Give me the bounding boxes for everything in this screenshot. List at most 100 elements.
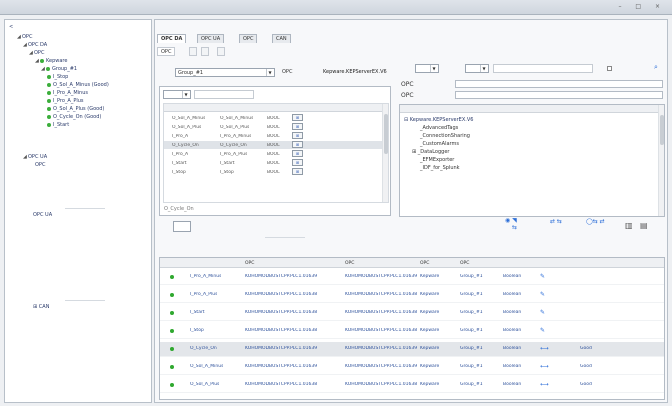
table-row[interactable]: I_Pro_A_Plus KOHOMODBUSTCPP.PLC1.01638 KOH… <box>160 288 664 303</box>
tag-grid-cell: BOOL <box>267 152 280 157</box>
write-icon[interactable]: ✎ <box>540 309 545 316</box>
read-write-icon[interactable]: ⟷ <box>540 381 549 388</box>
subtab-2[interactable] <box>189 47 197 56</box>
tag-grid-row[interactable]: I_Stop I_Stop BOOL ⊞ <box>164 168 388 176</box>
tree-tag-item[interactable]: O_Sol_A_Minus (Good) <box>47 82 109 88</box>
tag-grid-row[interactable]: O_Sol_A_Plus O_Sol_A_Plus BOOL ⊞ <box>164 123 388 131</box>
tree-tag-item[interactable]: O_Sol_A_Plus (Good) <box>47 106 104 112</box>
add-tag-button[interactable]: ⊞ <box>292 114 303 121</box>
search-input[interactable] <box>194 90 254 99</box>
mapped-tags-header: OPC OPC OPC OPC <box>160 258 664 268</box>
subtab-opc[interactable]: OPC <box>157 47 176 56</box>
item-name-label: OPC <box>401 92 414 99</box>
filter-mode-select[interactable]: ▼ <box>465 64 489 73</box>
tag-grid-row[interactable]: I_Pro_A I_Pro_A_Minus BOOL ⊞ <box>164 132 388 140</box>
item-search-input[interactable] <box>493 64 593 73</box>
window-controls[interactable]: – □ × <box>618 3 666 10</box>
browser-node[interactable]: _AdvancedTags <box>420 125 458 131</box>
subtab-3[interactable] <box>201 47 209 56</box>
item-id-field[interactable] <box>455 80 663 88</box>
tree-tag-item[interactable]: O_Cycle_On (Good) <box>47 114 101 120</box>
action-select[interactable] <box>173 221 191 232</box>
tree-opc-da[interactable]: ◢OPC DA <box>23 42 47 48</box>
add-tag-button[interactable]: ⊞ <box>292 168 303 175</box>
tab-opc[interactable]: OPC <box>239 34 258 43</box>
tree-kepware[interactable]: ◢ Kepware <box>35 58 67 64</box>
tag-grid-row[interactable]: I_Start I_Start BOOL ⊞ <box>164 159 388 167</box>
read-write-icon[interactable]: ⟷ <box>540 363 549 370</box>
add-tag-button[interactable]: ⊞ <box>292 123 303 130</box>
show-all-checkbox[interactable] <box>607 66 612 71</box>
move-tags-button[interactable]: ⇄ ⇆ <box>550 218 562 225</box>
status-dot-icon <box>170 383 174 387</box>
tree-tag-item[interactable]: I_Pro_A_Minus <box>47 90 88 96</box>
table-cell-server: Kepware <box>420 346 440 351</box>
table-cell-name: I_Stop <box>190 328 204 333</box>
table-cell-item: KOHOMODBUSTCPP.PLC1.01638 <box>345 328 418 333</box>
clear-icon[interactable]: ▤ <box>640 221 648 230</box>
browser-node[interactable]: _EFMExporter <box>420 157 454 163</box>
add-to-opc-icon[interactable]: ⇆ <box>512 224 517 231</box>
tag-grid-scrollbar[interactable] <box>382 104 388 202</box>
browser-root[interactable]: ⊟ Kepware.KEPServerEX.V6 <box>404 117 473 123</box>
write-icon[interactable]: ✎ <box>540 291 545 298</box>
table-cell-group: Group_#1 <box>460 292 483 297</box>
filter-select[interactable]: ▼ <box>163 90 191 99</box>
add-tag-button[interactable]: ⊞ <box>292 150 303 157</box>
tree-opc-ua[interactable]: ◢OPC UA <box>23 154 47 160</box>
browser-node[interactable]: _CustomAlarms <box>420 141 459 147</box>
sync-tags-button[interactable]: ◯⇆ ⇄ <box>586 218 605 225</box>
status-dot-icon <box>47 98 51 103</box>
read-write-icon[interactable]: ⟷ <box>540 345 549 352</box>
delete-icon[interactable]: ▥ <box>625 221 633 230</box>
browser-scrollbar[interactable] <box>658 105 664 216</box>
add-tag-button[interactable]: ⊞ <box>292 141 303 148</box>
tree-tag-label: I_Stop <box>53 74 69 80</box>
group-select[interactable]: Group_#1 ▼ <box>175 68 275 77</box>
add-tag-button[interactable]: ⊞ <box>292 132 303 139</box>
tag-grid-row[interactable]: O_Cycle_On O_Cycle_On BOOL ⊞ <box>164 141 388 149</box>
browser-root-label: Kepware.KEPServerEX.V6 <box>409 117 474 123</box>
add-to-opc-button[interactable]: ◉ ◥ <box>505 217 517 224</box>
subtab-4[interactable] <box>217 47 225 56</box>
scroll-thumb[interactable] <box>660 115 664 145</box>
tab-opc-ua[interactable]: OPC UA <box>197 34 225 43</box>
browser-node[interactable]: _ConnectionSharing <box>420 133 470 139</box>
tree-kepware-label: Kepware <box>46 58 68 64</box>
mode-select[interactable]: ▼ <box>415 64 439 73</box>
tag-grid-cell: I_Pro_A <box>172 152 189 157</box>
tag-grid-row[interactable]: O_Sol_A_Minus O_Sol_A_Minus BOOL ⊞ <box>164 114 388 122</box>
status-dot-icon <box>47 122 51 127</box>
table-row[interactable]: I_Pro_A_Minus KOHOMODBUSTCPP.PLC1.01639 KO… <box>160 270 664 285</box>
browser-node[interactable]: _IDF_for_Splunk <box>420 165 460 171</box>
collapse-panel-button[interactable]: < <box>9 24 13 30</box>
col-opc-server: OPC <box>420 261 430 266</box>
table-row[interactable]: I_Stop KOHOMODBUSTCPP.PLC1.01638 KOHOMODBU… <box>160 324 664 339</box>
tab-can[interactable]: CAN <box>272 34 291 43</box>
tree-tag-item[interactable]: I_Pro_A_Plus <box>47 98 84 104</box>
table-cell-name: O_Sol_A_Minus <box>190 364 224 369</box>
tree-tag-item[interactable]: I_Stop <box>47 74 68 80</box>
tree-opc-ua-server[interactable]: OPC <box>35 162 45 168</box>
browser-node[interactable]: ⊞ _DataLogger <box>412 149 449 155</box>
table-row[interactable]: O_Sol_A_Plus KOHOMODBUSTCPP.PLC1.01638 KOH… <box>160 378 664 393</box>
add-tag-button[interactable]: ⊞ <box>292 159 303 166</box>
chevron-down-icon: ▼ <box>480 65 487 72</box>
tree-root[interactable]: ◢OPC <box>17 34 32 40</box>
can-section[interactable]: ⊞ CAN <box>33 304 49 310</box>
tag-grid-cell: BOOL <box>267 170 280 175</box>
tree-tag-item[interactable]: I_Start <box>47 122 69 128</box>
table-row[interactable]: O_Sol_A_Minus KOHOMODBUSTCPP.PLC1.01639 KO… <box>160 360 664 375</box>
table-cell-name: I_Pro_A_Plus <box>190 292 218 297</box>
item-name-field[interactable] <box>455 91 663 99</box>
scroll-thumb[interactable] <box>384 114 388 154</box>
search-icon[interactable]: ⌕ <box>654 63 658 72</box>
write-icon[interactable]: ✎ <box>540 273 545 280</box>
tab-opc-da[interactable]: OPC DA <box>157 34 187 43</box>
tree-opc-server[interactable]: ◢OPC <box>29 50 44 56</box>
table-row[interactable]: I_Start KOHOMODBUSTCPP.PLC1.01638 KOHOMODB… <box>160 306 664 321</box>
tag-grid-row[interactable]: I_Pro_A I_Pro_A_Plus BOOL ⊞ <box>164 150 388 158</box>
tree-group[interactable]: ◢ Group_#1 <box>41 66 77 72</box>
write-icon[interactable]: ✎ <box>540 327 545 334</box>
table-row[interactable]: O_Cycle_On KOHOMODBUSTCPP.PLC1.01639 KOHOM… <box>160 342 664 357</box>
